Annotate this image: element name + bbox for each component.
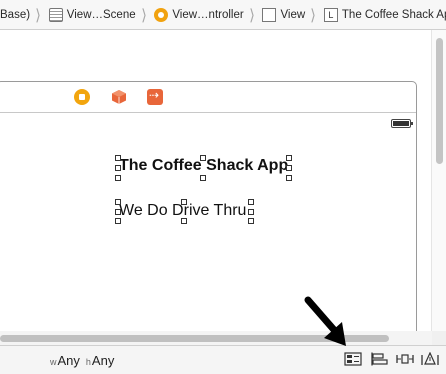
scene-icon: [48, 7, 63, 22]
chevron-right-icon: ❭: [309, 6, 317, 22]
stack-view-icon[interactable]: [344, 352, 362, 366]
width-class: Any: [57, 353, 80, 368]
resize-handle[interactable]: [181, 218, 187, 224]
breadcrumb-item-scene[interactable]: View…Scene ❭: [48, 0, 155, 29]
breadcrumb-label: View…ntroller: [172, 8, 244, 21]
resize-handle[interactable]: [286, 165, 292, 171]
chevron-right-icon: ❭: [139, 6, 147, 22]
chevron-right-icon: ❭: [248, 6, 256, 22]
resize-handle[interactable]: [115, 199, 121, 205]
view-controller-icon[interactable]: [74, 89, 90, 105]
align-icon[interactable]: [370, 352, 388, 366]
vertical-scrollbar[interactable]: [431, 30, 446, 331]
breadcrumb-item-storyboard[interactable]: Base) ❭: [0, 0, 49, 29]
exit-icon[interactable]: [147, 88, 163, 105]
height-class: Any: [91, 353, 115, 368]
breadcrumb-label: View: [280, 8, 306, 21]
jump-bar: Base) ❭ View…Scene ❭ View…ntroller ❭ Vie…: [0, 0, 446, 30]
resize-handle[interactable]: [248, 199, 254, 205]
breadcrumb-item-label[interactable]: L The Coffee Shack App: [323, 0, 446, 29]
label-icon: L: [323, 7, 338, 22]
vertical-scroll-thumb[interactable]: [436, 38, 443, 164]
canvas-bottom-bar: wAny hAny: [0, 345, 446, 374]
view-icon: [262, 7, 277, 22]
resize-handle[interactable]: [181, 199, 187, 205]
resize-handle[interactable]: [200, 175, 206, 181]
breadcrumb-item-view[interactable]: View ❭: [262, 0, 323, 29]
resize-handle[interactable]: [115, 209, 121, 215]
battery-icon: [391, 119, 413, 128]
resize-handle[interactable]: [115, 155, 121, 161]
pin-icon[interactable]: [396, 352, 414, 366]
resize-handle[interactable]: [200, 155, 206, 161]
first-responder-icon[interactable]: [111, 89, 127, 105]
breadcrumb-label: View…Scene: [66, 8, 136, 21]
resize-handle[interactable]: [248, 218, 254, 224]
size-class-control[interactable]: wAny hAny: [50, 353, 114, 368]
resize-handle[interactable]: [115, 165, 121, 171]
resize-handle[interactable]: [248, 209, 254, 215]
resize-handle[interactable]: [115, 218, 121, 224]
resolve-issues-icon[interactable]: [421, 352, 439, 366]
breadcrumb-label: Base): [0, 8, 31, 21]
resize-handle[interactable]: [115, 175, 121, 181]
pointer-arrow-icon: [304, 296, 346, 346]
horizontal-scrollbar[interactable]: [0, 331, 432, 345]
resize-handle[interactable]: [286, 175, 292, 181]
breadcrumb-item-view-controller[interactable]: View…ntroller ❭: [154, 0, 262, 29]
breadcrumb-label: The Coffee Shack App: [341, 8, 446, 21]
view-controller-icon: [154, 7, 169, 22]
chevron-right-icon: ❭: [34, 6, 42, 22]
height-prefix: h: [85, 357, 91, 367]
width-prefix: w: [50, 357, 57, 367]
resize-handle[interactable]: [286, 155, 292, 161]
scene-dock: [0, 82, 416, 113]
